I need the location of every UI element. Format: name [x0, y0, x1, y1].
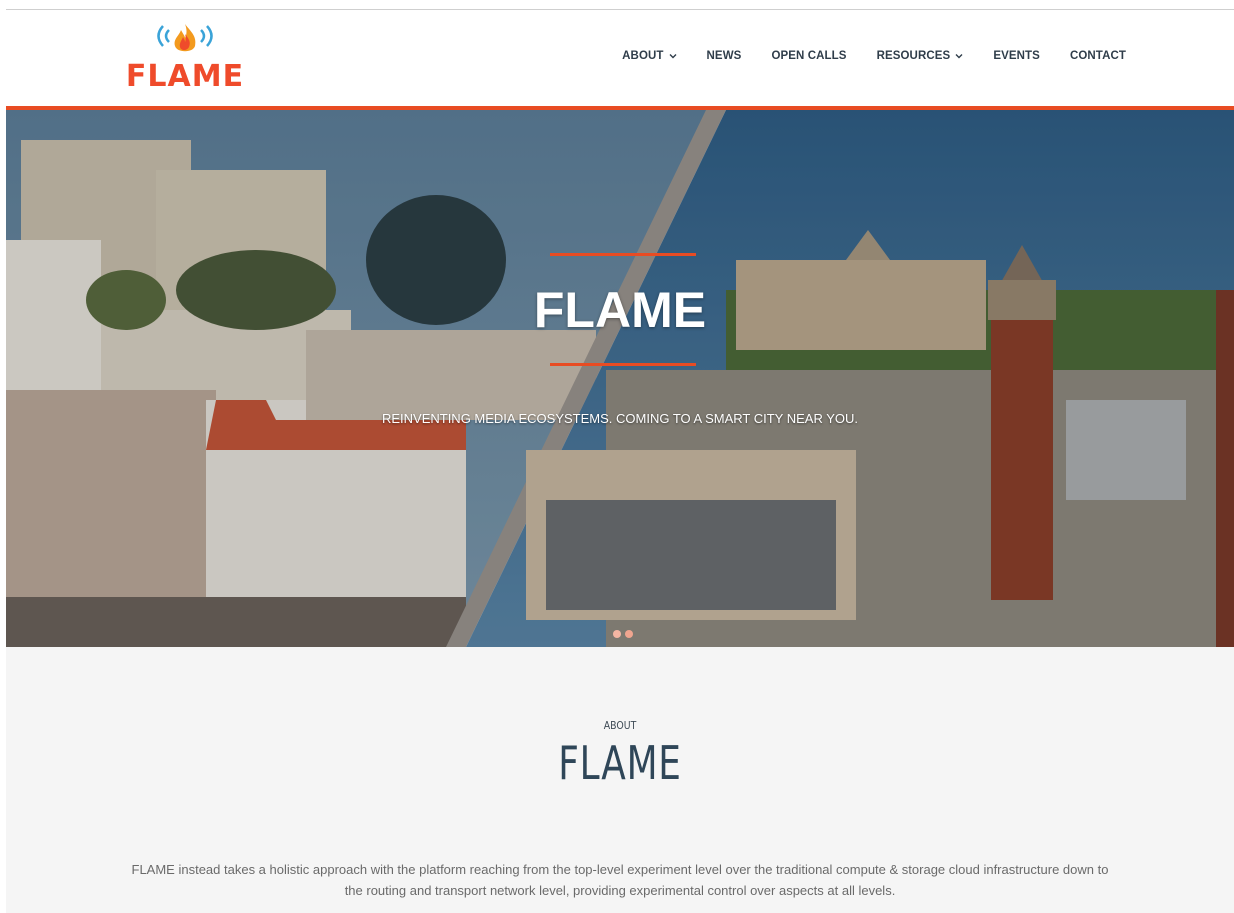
chevron-down-icon — [669, 54, 677, 59]
hero-top-rule — [550, 253, 696, 256]
hero-subtitle: REINVENTING MEDIA ECOSYSTEMS. COMING TO … — [381, 411, 859, 426]
slider-dot-1[interactable] — [613, 630, 621, 638]
nav-item-label: NEWS — [706, 50, 742, 62]
chevron-down-icon — [955, 54, 963, 59]
hero-bottom-rule — [550, 363, 696, 366]
nav-item-news[interactable]: NEWS — [707, 50, 742, 62]
slider-dots — [613, 630, 633, 638]
about-text: FLAME instead takes a holistic approach … — [131, 862, 1109, 898]
about-section: ABOUT FLAME FLAME instead takes a holist… — [6, 647, 1234, 913]
page: FLAME ABOUT NEWS OPEN CALLS RESOURCES EV… — [0, 0, 1234, 913]
nav-item-label: OPEN CALLS — [771, 50, 847, 62]
about-title: FLAME — [558, 736, 682, 790]
nav-item-label: EVENTS — [993, 50, 1040, 62]
site-header: FLAME ABOUT NEWS OPEN CALLS RESOURCES EV… — [6, 10, 1234, 106]
slider-dot-2[interactable] — [625, 630, 633, 638]
nav-item-open-calls[interactable]: OPEN CALLS — [771, 50, 846, 62]
hero-title: FLAME — [533, 282, 707, 338]
about-kicker: ABOUT — [603, 719, 637, 732]
hero-content: FLAME REINVENTING MEDIA ECOSYSTEMS. COMI… — [6, 110, 1234, 647]
nav-item-label: RESOURCES — [876, 50, 951, 62]
hero-slider: FLAME REINVENTING MEDIA ECOSYSTEMS. COMI… — [6, 110, 1234, 647]
nav-item-label: CONTACT — [1069, 50, 1126, 62]
flame-logo-icon — [157, 24, 213, 52]
nav-item-resources[interactable]: RESOURCES — [877, 50, 964, 62]
nav-item-about[interactable]: ABOUT — [622, 50, 677, 62]
site-logo[interactable]: FLAME — [121, 20, 251, 94]
logo-text: FLAME — [125, 59, 245, 94]
nav-item-contact[interactable]: CONTACT — [1070, 50, 1126, 62]
nav-item-events[interactable]: EVENTS — [993, 50, 1040, 62]
nav-item-label: ABOUT — [622, 50, 664, 62]
main-nav: ABOUT NEWS OPEN CALLS RESOURCES EVENTS C… — [592, 50, 1126, 62]
